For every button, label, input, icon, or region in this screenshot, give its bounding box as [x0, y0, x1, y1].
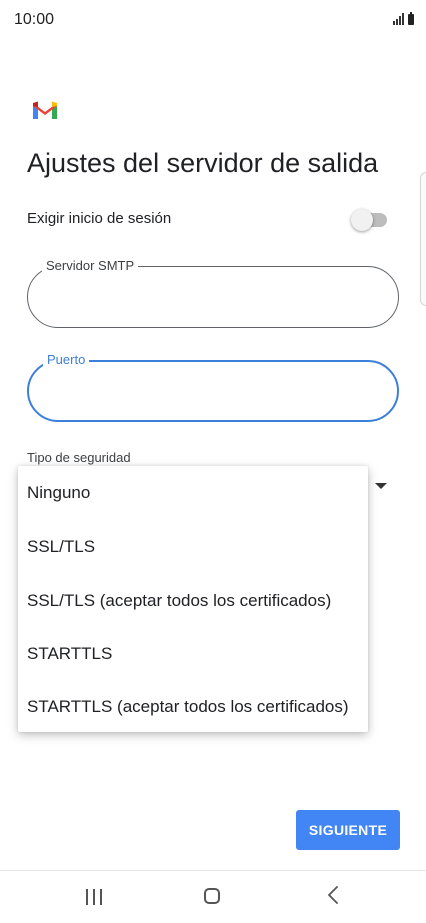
navigation-bar [0, 871, 426, 923]
toggle-thumb [351, 209, 373, 231]
menu-item-ssl-tls-all-certs[interactable]: SSL/TLS (aceptar todos los certificados) [27, 591, 331, 611]
page-title: Ajustes del servidor de salida [27, 148, 379, 178]
require-login-toggle[interactable] [351, 209, 388, 231]
menu-item-starttls[interactable]: STARTTLS [27, 644, 112, 664]
menu-item-starttls-all-certs[interactable]: STARTTLS (aceptar todos los certificados… [27, 697, 349, 717]
edge-panel-handle[interactable] [420, 172, 426, 306]
signal-icon [393, 13, 404, 25]
smtp-server-field[interactable]: Servidor SMTP [27, 258, 399, 328]
back-icon[interactable] [327, 885, 339, 905]
status-bar: 10:00 [0, 0, 426, 40]
smtp-server-label: Servidor SMTP [42, 258, 139, 274]
next-button[interactable]: SIGUIENTE [296, 810, 400, 850]
home-icon[interactable] [204, 888, 220, 904]
smtp-server-input[interactable] [46, 287, 380, 311]
port-field[interactable]: Puerto [27, 352, 399, 422]
menu-item-ninguno[interactable]: Ninguno [27, 483, 90, 503]
security-type-menu: Ninguno SSL/TLS SSL/TLS (aceptar todos l… [18, 466, 368, 732]
dropdown-arrow-icon[interactable] [375, 483, 387, 489]
recent-apps-icon[interactable] [86, 889, 102, 905]
gmail-logo [33, 101, 57, 119]
menu-item-ssl-tls[interactable]: SSL/TLS [27, 537, 95, 557]
port-label: Puerto [43, 352, 90, 368]
status-icons [393, 12, 414, 25]
battery-icon [408, 12, 414, 25]
require-login-label: Exigir inicio de sesión [27, 210, 172, 227]
port-input[interactable] [47, 382, 379, 406]
status-time: 10:00 [14, 11, 55, 28]
security-type-label: Tipo de seguridad [27, 450, 131, 465]
